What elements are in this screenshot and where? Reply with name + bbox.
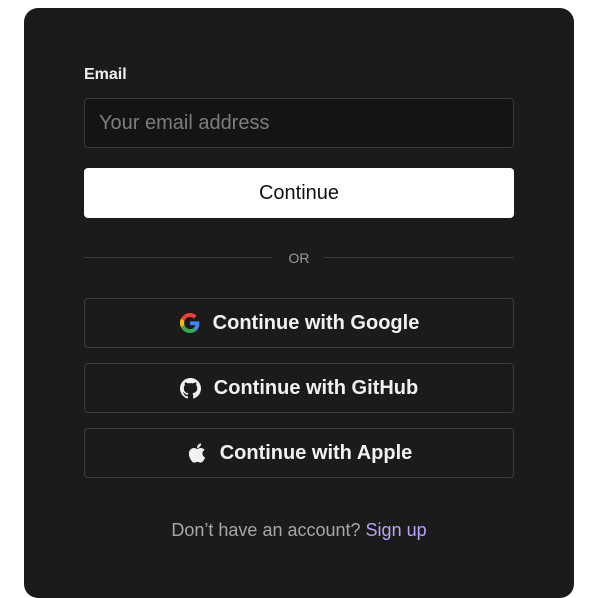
apple-button-label: Continue with Apple [219, 441, 413, 464]
divider-line-right [324, 257, 514, 258]
signup-prompt: Don’t have an account? Sign up [84, 520, 514, 541]
google-button-label: Continue with Google [212, 311, 420, 334]
github-icon [180, 377, 202, 399]
email-input[interactable] [84, 98, 514, 148]
email-label: Email [84, 66, 127, 83]
divider-text: OR [288, 250, 310, 266]
continue-button[interactable]: Continue [84, 168, 514, 218]
continue-with-google-button[interactable]: Continue with Google [84, 298, 514, 348]
sign-up-link[interactable]: Sign up [366, 520, 427, 540]
signup-prompt-text: Don’t have an account? [171, 520, 361, 540]
login-card: Email Continue OR Continue with Google [24, 8, 574, 598]
continue-with-github-button[interactable]: Continue with GitHub [84, 363, 514, 413]
continue-with-apple-button[interactable]: Continue with Apple [84, 428, 514, 478]
or-divider: OR [84, 248, 514, 268]
apple-icon [186, 442, 208, 464]
google-icon [179, 312, 201, 334]
github-button-label: Continue with GitHub [213, 376, 419, 399]
